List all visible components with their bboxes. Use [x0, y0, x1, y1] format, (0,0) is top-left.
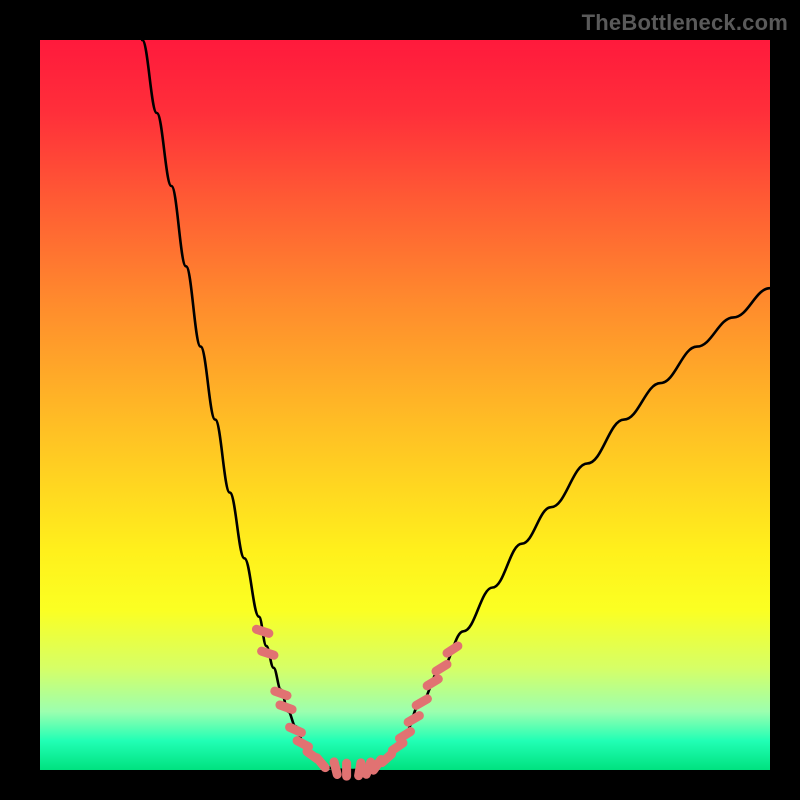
watermark-text: TheBottleneck.com [582, 10, 788, 36]
plot-area [40, 40, 770, 770]
curve-layer [40, 40, 770, 770]
marker-pill [430, 658, 453, 677]
series-right-branch [376, 288, 770, 766]
curve-markers [251, 624, 464, 781]
marker-pill [410, 693, 434, 712]
marker-pill [421, 673, 444, 692]
marker-pill [342, 759, 351, 781]
marker-pill [441, 640, 464, 660]
marker-pill [311, 751, 332, 774]
series-left-branch [142, 40, 325, 766]
marker-pill [269, 685, 293, 701]
v-curve [142, 40, 770, 770]
marker-pill [284, 721, 308, 738]
